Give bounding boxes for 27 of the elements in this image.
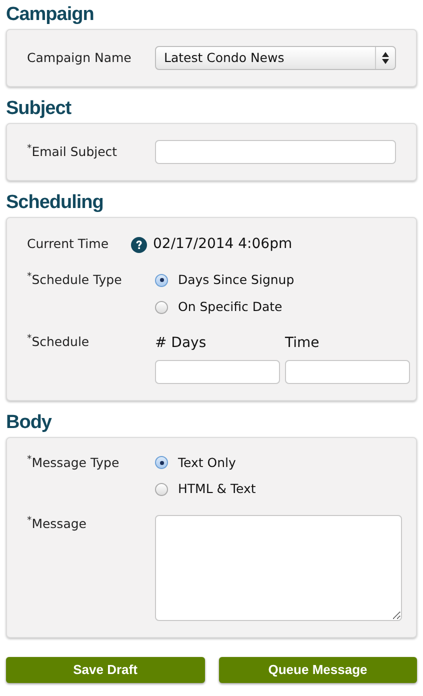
action-button[interactable]: Save Draft — [6, 657, 204, 683]
help-icon[interactable] — [131, 236, 147, 252]
current-time-value: 02/17/2014 4:06pm — [153, 235, 292, 254]
message-textarea[interactable] — [155, 515, 402, 621]
radio-option[interactable]: HTML & Text — [155, 480, 256, 499]
text-input[interactable] — [285, 360, 410, 384]
field-label: Time — [285, 334, 320, 352]
field-label: $^{*}$Message Type — [27, 454, 120, 472]
section-heading: Scheduling — [6, 191, 104, 215]
field-label: # Days — [155, 334, 208, 352]
text-input[interactable] — [155, 360, 280, 384]
radio-option[interactable]: Days Since Signup — [155, 271, 294, 290]
field-label: Current Time — [27, 235, 110, 254]
field-label: Campaign Name — [27, 48, 132, 67]
field-label: $^{*}$Email Subject — [27, 142, 118, 161]
field-label: $^{*}$Message — [27, 515, 88, 533]
select-arrows-icon — [382, 52, 389, 64]
field-label: $^{*}$Schedule — [27, 332, 90, 350]
section-heading: Subject — [6, 97, 72, 121]
section-heading: Campaign — [6, 3, 95, 27]
action-button[interactable]: Queue Message — [218, 657, 417, 683]
text-input[interactable] — [155, 140, 396, 164]
radio-option[interactable]: Text Only — [155, 454, 256, 472]
campaign-select[interactable]: Latest Condo News — [155, 46, 396, 70]
field-label: $^{*}$Schedule Type — [27, 271, 123, 289]
radio-option[interactable]: On Specific Date — [155, 298, 294, 316]
section-heading: Body — [6, 410, 53, 434]
